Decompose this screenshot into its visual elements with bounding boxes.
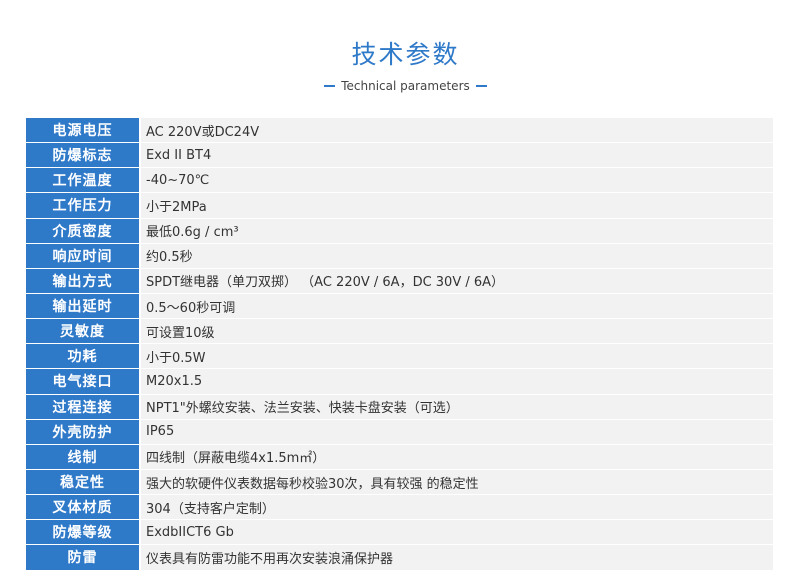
table-row: 稳定性 强大的软硬件仪表数据每秒校验30次，具有较强 的稳定性 xyxy=(26,469,773,496)
table-row: 线制 四线制（屏蔽电缆4x1.5m㎡） xyxy=(26,444,773,470)
param-value: 304（支持客户定制） xyxy=(141,495,773,521)
param-label: 介质密度 xyxy=(26,218,139,244)
param-value: 约0.5秒 xyxy=(141,243,773,269)
table-row: 介质密度 最低0.6g / cm³ xyxy=(26,218,773,244)
param-label: 电源电压 xyxy=(26,118,139,144)
param-value: 强大的软硬件仪表数据每秒校验30次，具有较强 的稳定性 xyxy=(141,469,773,496)
param-label: 线制 xyxy=(26,444,139,470)
param-value: 最低0.6g / cm³ xyxy=(141,218,773,244)
table-row: 叉体材质 304（支持客户定制） xyxy=(26,495,773,521)
param-label: 工作压力 xyxy=(26,193,139,219)
param-label: 防爆等级 xyxy=(26,520,139,546)
table-row: 输出延时 0.5～60秒可调 xyxy=(26,293,773,320)
table-row: 响应时间 约0.5秒 xyxy=(26,243,773,269)
table-row: 过程连接 NPT1"外螺纹安装、法兰安装、快装卡盘安装（可选） xyxy=(26,394,773,420)
param-value: 小于2MPa xyxy=(141,193,773,219)
param-value: M20x1.5 xyxy=(141,369,773,395)
left-dash-decoration xyxy=(324,85,336,87)
table-row: 防爆标志 Exd II BT4 xyxy=(26,143,773,169)
param-label: 电气接口 xyxy=(26,369,139,395)
param-label: 输出方式 xyxy=(26,268,139,294)
parameters-table: 电源电压 AC 220V或DC24V 防爆标志 Exd II BT4 工作温度 -40… xyxy=(26,118,773,571)
param-value: IP65 xyxy=(141,419,773,445)
table-row: 工作压力 小于2MPa xyxy=(26,193,773,219)
param-label: 输出延时 xyxy=(26,293,139,320)
table-row: 灵敏度 可设置10级 xyxy=(26,319,773,345)
param-value: SPDT继电器（单刀双掷） （AC 220V / 6A，DC 30V / 6A） xyxy=(141,268,773,294)
table-row: 输出方式 SPDT继电器（单刀双掷） （AC 220V / 6A，DC 30V /… xyxy=(26,268,773,294)
param-value: 四线制（屏蔽电缆4x1.5m㎡） xyxy=(141,444,773,470)
param-label: 稳定性 xyxy=(26,469,139,496)
right-dash-decoration xyxy=(475,85,487,87)
page-title: 技术参数 xyxy=(351,40,460,69)
param-value: ExdbIICT6 Gb xyxy=(141,520,773,546)
param-label: 叉体材质 xyxy=(26,495,139,521)
param-value: NPT1"外螺纹安装、法兰安装、快装卡盘安装（可选） xyxy=(141,394,773,420)
table-row: 外壳防护 IP65 xyxy=(26,419,773,445)
param-label: 外壳防护 xyxy=(26,419,139,445)
param-label: 防爆标志 xyxy=(26,143,139,169)
table-row: 电源电压 AC 220V或DC24V xyxy=(26,118,773,144)
param-label: 响应时间 xyxy=(26,243,139,269)
table-row: 电气接口 M20x1.5 xyxy=(26,369,773,395)
param-label: 工作温度 xyxy=(26,168,139,194)
table-row: 防爆等级 ExdbIICT6 Gb xyxy=(26,520,773,546)
page-subtitle: Technical parameters xyxy=(0,77,811,95)
param-value: 0.5～60秒可调 xyxy=(141,293,773,320)
param-value: 小于0.5W xyxy=(141,344,773,370)
subtitle-text: Technical parameters xyxy=(341,79,470,93)
table-row: 防雷 仪表具有防雷功能不用再次安装浪涌保护器 xyxy=(26,545,773,571)
param-value: Exd II BT4 xyxy=(141,143,773,169)
param-value: 仪表具有防雷功能不用再次安装浪涌保护器 xyxy=(141,545,773,571)
param-value: 可设置10级 xyxy=(141,319,773,345)
param-label: 灵敏度 xyxy=(26,319,139,345)
param-label: 功耗 xyxy=(26,344,139,370)
param-value: -40~70℃ xyxy=(141,168,773,194)
table-row: 功耗 小于0.5W xyxy=(26,344,773,370)
param-value: AC 220V或DC24V xyxy=(141,118,773,144)
table-row: 工作温度 -40~70℃ xyxy=(26,168,773,194)
param-label: 过程连接 xyxy=(26,394,139,420)
param-label: 防雷 xyxy=(26,545,139,571)
